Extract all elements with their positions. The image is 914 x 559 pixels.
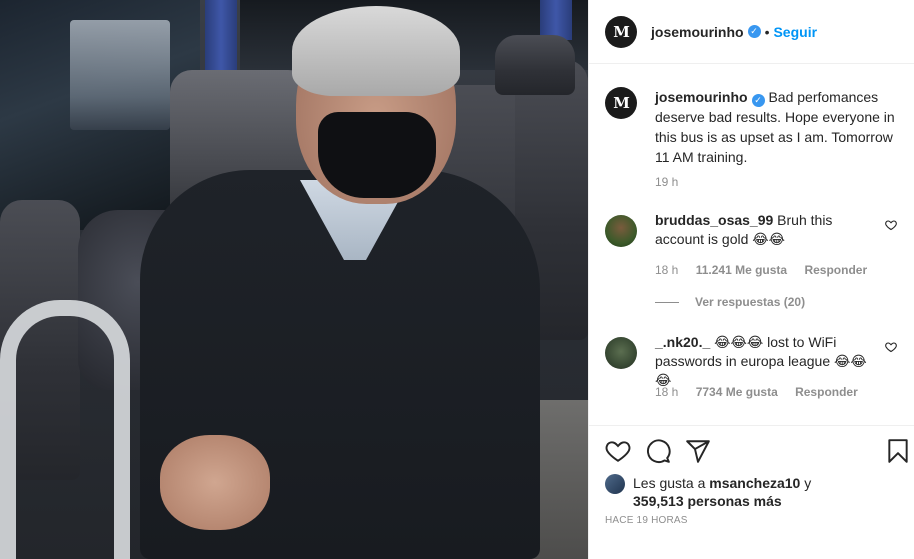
caption-text: josemourinho ✓ Bad perfomances deserve ba… xyxy=(655,87,905,167)
comments-list[interactable]: M josemourinho ✓ Bad perfomances deserve … xyxy=(589,65,914,425)
commenter-avatar[interactable] xyxy=(605,215,637,247)
follow-button[interactable]: Seguir xyxy=(773,24,817,40)
post-timestamp[interactable]: HACE 19 HORAS xyxy=(605,515,688,526)
hands xyxy=(160,435,270,530)
post-header: M josemourinho ✓ • Seguir xyxy=(589,0,914,64)
bookmark-icon[interactable] xyxy=(885,438,911,464)
man-hair xyxy=(292,6,460,96)
comment-meta: 18 h 11.241 Me gusta Responder xyxy=(655,263,881,277)
comment-username[interactable]: _.nk20._ xyxy=(655,334,710,350)
likes-count[interactable]: 359,513 personas más xyxy=(633,493,782,509)
liker-avatar[interactable] xyxy=(605,474,625,494)
verified-badge-icon: ✓ xyxy=(751,94,765,107)
likes-summary: Les gusta a msancheza10 y 359,513 person… xyxy=(605,474,853,510)
separator-dot: • xyxy=(764,23,770,40)
like-comment-heart-icon[interactable] xyxy=(885,219,897,231)
post-actions: Les gusta a msancheza10 y 359,513 person… xyxy=(589,425,914,559)
reply-button[interactable]: Responder xyxy=(804,263,867,277)
post-sidebar: M josemourinho ✓ • Seguir M josemourinho… xyxy=(588,0,914,559)
comment-username[interactable]: bruddas_osas_99 xyxy=(655,212,773,228)
share-icon[interactable] xyxy=(685,438,711,464)
comment-text: bruddas_osas_99 Bruh this account is gol… xyxy=(655,211,875,249)
reply-button[interactable]: Responder xyxy=(795,385,858,399)
seat-handle xyxy=(0,300,130,559)
like-comment-heart-icon[interactable] xyxy=(885,341,897,353)
profile-avatar[interactable]: M xyxy=(605,15,637,48)
header-username[interactable]: josemourinho xyxy=(651,24,744,40)
post-photo[interactable] xyxy=(0,0,588,559)
view-replies[interactable]: Ver respuestas (20) xyxy=(655,295,805,309)
curtain xyxy=(540,0,572,40)
comment-icon[interactable] xyxy=(645,438,671,464)
comment-time[interactable]: 18 h xyxy=(655,263,678,277)
likes-suffix: y xyxy=(800,475,812,491)
caption-avatar[interactable]: M xyxy=(605,87,637,119)
post-caption: M josemourinho ✓ Bad perfomances deserve … xyxy=(605,87,905,167)
comment-meta: 18 h 7734 Me gusta Responder xyxy=(655,385,872,399)
face-mask xyxy=(318,112,436,198)
liker-username[interactable]: msancheza10 xyxy=(709,475,800,491)
commenter-avatar[interactable] xyxy=(605,337,637,369)
likes-prefix: Les gusta a xyxy=(633,475,710,491)
caption-username[interactable]: josemourinho xyxy=(655,89,748,105)
caption-time[interactable]: 19 h xyxy=(655,175,678,189)
comment-text: _.nk20._ 😂😂😂 lost to WiFi passwords in e… xyxy=(655,333,875,390)
heart-icon[interactable] xyxy=(605,438,631,464)
verified-badge-icon: ✓ xyxy=(747,25,761,38)
bus-seat xyxy=(495,35,575,95)
view-replies-label[interactable]: Ver respuestas (20) xyxy=(695,295,805,309)
comment-time[interactable]: 18 h xyxy=(655,385,678,399)
comment-likes[interactable]: 7734 Me gusta xyxy=(696,385,778,399)
likes-text: Les gusta a msancheza10 y 359,513 person… xyxy=(633,474,853,510)
comment-likes[interactable]: 11.241 Me gusta xyxy=(696,263,787,277)
curtain xyxy=(205,0,237,70)
